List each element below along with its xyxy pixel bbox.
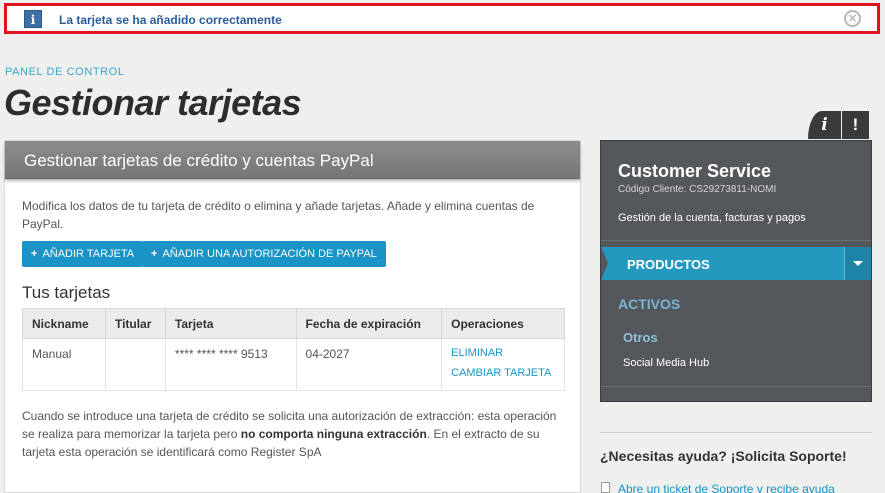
nickname-cell: Manual — [22, 338, 106, 391]
column-header: Titular — [104, 308, 166, 339]
column-header: Operaciones — [441, 308, 565, 339]
sidebar-description[interactable]: Gestión de la cuenta, facturas y pagos — [618, 212, 806, 224]
cards-table: Nickname Titular Tarjeta Fecha de expira… — [22, 308, 565, 391]
expiry-cell: 04-2027 — [295, 338, 443, 391]
column-header: Nickname — [22, 308, 106, 339]
notification-message: La tarjeta se ha añadido correctamente — [59, 13, 282, 27]
breadcrumb[interactable]: PANEL DE CONTROL — [5, 66, 125, 78]
help-title: ¿Necesitas ayuda? ¡Solicita Soporte! — [600, 448, 847, 464]
sidebar-item-social-media-hub[interactable]: Social Media Hub — [623, 357, 709, 369]
card-number-cell: **** **** **** 9513 — [164, 338, 297, 391]
sidebar-divider — [601, 240, 871, 241]
intro-text: Modifica los datos de tu tarjeta de créd… — [22, 199, 535, 231]
cards-panel: Gestionar tarjetas de crédito y cuentas … — [4, 140, 581, 493]
add-paypal-button[interactable]: + AÑADIR UNA AUTORIZACIÓN DE PAYPAL — [142, 241, 386, 267]
panel-title: Gestionar tarjetas de crédito y cuentas … — [24, 151, 374, 170]
change-card-link[interactable]: CAMBIAR TARJETA — [451, 367, 555, 379]
info-icon: i — [24, 10, 42, 28]
add-card-label: AÑADIR TARJETA — [42, 248, 135, 260]
client-code: Código Cliente: CS29273811-NOMI — [618, 184, 777, 195]
holder-cell — [104, 338, 166, 391]
table-header-row: Nickname Titular Tarjeta Fecha de expira… — [22, 308, 565, 339]
products-menu[interactable]: PRODUCTOS — [601, 247, 871, 280]
delete-card-link[interactable]: ELIMINAR — [451, 347, 555, 359]
arrow-notch-icon — [601, 247, 608, 280]
table-row: Manual **** **** **** 9513 04-2027 ELIMI… — [22, 338, 565, 391]
add-card-button[interactable]: + AÑADIR TARJETA — [22, 241, 144, 267]
panel-header: Gestionar tarjetas de crédito y cuentas … — [5, 141, 580, 179]
note-emphasis: no comporta ninguna extracción — [240, 427, 427, 441]
products-label: PRODUCTOS — [627, 257, 710, 272]
close-icon[interactable]: × — [844, 10, 861, 27]
column-header: Fecha de expiración — [295, 308, 443, 339]
plus-icon: + — [151, 248, 158, 260]
page-title: Gestionar tarjetas — [4, 82, 302, 123]
chevron-down-icon[interactable] — [844, 247, 871, 280]
customer-service-sidebar: Customer Service Código Cliente: CS29273… — [600, 140, 872, 402]
sidebar-title: Customer Service — [618, 161, 772, 181]
active-heading: ACTIVOS — [618, 296, 681, 312]
operations-cell: ELIMINAR CAMBIAR TARJETA — [441, 338, 565, 391]
info-tab[interactable]: i — [808, 111, 841, 139]
plus-icon: + — [31, 248, 38, 260]
document-icon — [601, 482, 610, 493]
column-header: Tarjeta — [164, 308, 297, 339]
success-notification: i La tarjeta se ha añadido correctamente… — [4, 3, 880, 34]
help-divider — [600, 432, 872, 433]
support-ticket-link[interactable]: Abre un ticket de Soporte y recibe ayuda — [618, 482, 835, 493]
alert-tab[interactable]: ! — [842, 111, 869, 139]
authorization-note: Cuando se introduce una tarjeta de crédi… — [22, 407, 562, 461]
sidebar-group-otros[interactable]: Otros — [623, 330, 658, 345]
add-paypal-label: AÑADIR UNA AUTORIZACIÓN DE PAYPAL — [162, 248, 377, 260]
cards-title: Tus tarjetas — [22, 283, 111, 302]
sidebar-divider — [601, 386, 871, 387]
